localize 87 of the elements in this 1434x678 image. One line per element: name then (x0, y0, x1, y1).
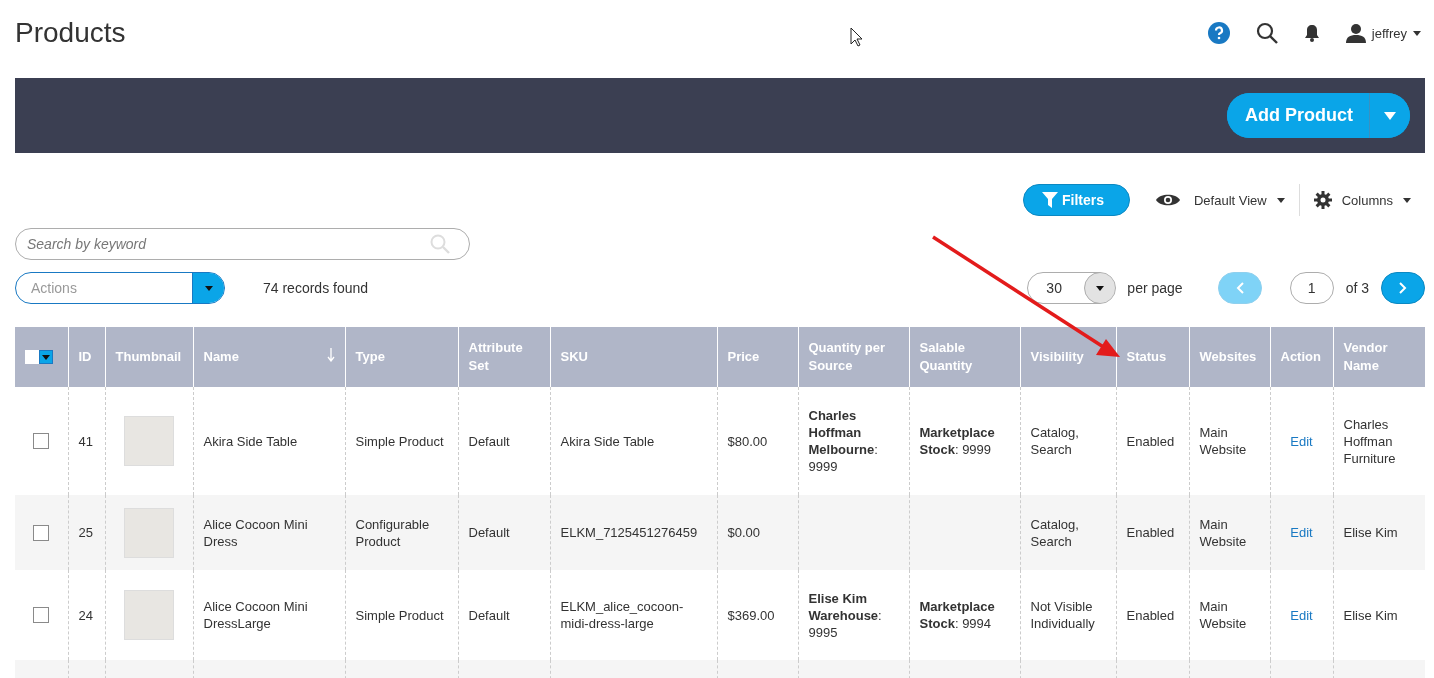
records-count: 74 records found (263, 280, 369, 296)
column-header[interactable]: Status (1116, 327, 1189, 387)
search-field[interactable]: Search by keyword (15, 228, 470, 260)
table-cell: 25 (78, 525, 93, 540)
photo-placeholder (124, 590, 174, 640)
column-header[interactable]: Thumbnail (105, 327, 193, 387)
table-cell: Default (468, 525, 510, 540)
edit-link[interactable]: Edit (1280, 432, 1323, 450)
table-cell: 41 (78, 433, 93, 449)
user-menu[interactable]: jeffrey (1345, 23, 1421, 43)
table-cell: $80.00 (727, 433, 768, 449)
column-header[interactable]: ID (68, 327, 105, 387)
table-cell: Charles Hoffman Melbourne: 9999 (808, 408, 878, 474)
table-cell: Akira Side Table (560, 433, 655, 449)
table-cell: Enabled (1126, 433, 1175, 449)
table-cell: Not Visible Individually (1030, 599, 1095, 631)
photo-placeholder (124, 507, 174, 558)
column-header[interactable]: Vendor Name (1333, 327, 1425, 387)
next-page-button[interactable] (1381, 272, 1425, 304)
column-header[interactable]: Action (1270, 327, 1333, 387)
column-header[interactable]: Salable Quantity (909, 327, 1020, 387)
caret-icon (42, 354, 50, 360)
per-page-label: per page (1127, 280, 1183, 296)
chevron-left-icon (1235, 282, 1244, 294)
table-cell: Default (468, 607, 510, 623)
table-cell: Main Website (1199, 599, 1247, 631)
view-dropdown[interactable]: Default View (1155, 184, 1299, 216)
caret-icon (1096, 285, 1105, 291)
table-cell: Default (468, 433, 510, 449)
table-cell: 24 (78, 607, 93, 623)
table-cell: Enabled (1126, 607, 1175, 623)
table-cell: Elise Kim (1343, 525, 1398, 540)
table-cell: Elise Kim Warehouse: 9995 (808, 590, 882, 640)
column-header[interactable]: Price (717, 327, 798, 387)
user-icon (1345, 23, 1366, 43)
search-icon (430, 234, 450, 254)
caret-icon (1276, 197, 1285, 203)
page-total: of 3 (1345, 280, 1369, 296)
row-checkbox[interactable] (33, 524, 50, 541)
table-cell: Catalog, Search (1030, 425, 1079, 457)
table-cell: Catalog, Search (1030, 516, 1079, 549)
table-cell: Marketplace Stock: 9999 (919, 425, 995, 457)
filters-button[interactable]: Filters (1022, 184, 1130, 216)
column-header[interactable]: Attribute Set (458, 327, 550, 387)
column-header[interactable]: Visibility (1020, 327, 1116, 387)
page-title: Products (15, 17, 126, 49)
table-cell: ELKM_alice_cocoon-midi-dress-large (560, 599, 684, 631)
table-cell: Akira Side Table (203, 433, 298, 449)
table-cell: Alice Cocoon Mini Dress (203, 516, 308, 549)
table-cell: Configurable Product (355, 516, 430, 549)
table-cell: Simple Product (355, 433, 444, 449)
gear-icon (1313, 191, 1332, 209)
eye-icon (1155, 193, 1180, 207)
table-cell: Main Website (1199, 516, 1247, 549)
edit-link[interactable]: Edit (1280, 606, 1323, 624)
help-icon[interactable] (1207, 22, 1230, 44)
search-icon[interactable] (1255, 22, 1278, 44)
photo-placeholder (124, 416, 174, 466)
table-cell: $369.00 (727, 607, 775, 623)
caret-icon (204, 285, 213, 291)
sort-arrow-icon (326, 348, 335, 362)
table-cell: ELKM_7125451276459 (560, 525, 698, 540)
cursor-icon (850, 27, 863, 47)
add-product-button[interactable]: Add Product (1227, 93, 1370, 138)
table-cell: Simple Product (355, 607, 444, 623)
bell-icon[interactable] (1303, 24, 1320, 42)
table-cell: Alice Cocoon Mini DressLarge (203, 599, 308, 631)
caret-icon (1384, 111, 1396, 120)
row-checkbox[interactable] (33, 433, 50, 449)
column-header[interactable]: Quantity per Source (798, 327, 909, 387)
table-cell: Marketplace Stock: 9994 (919, 599, 995, 631)
row-checkbox[interactable] (33, 607, 50, 623)
table-cell: Charles Hoffman Furniture (1343, 416, 1396, 466)
table-cell: Elise Kim (1343, 607, 1398, 623)
table-cell: Enabled (1126, 525, 1175, 540)
table-cell: $0.00 (727, 525, 761, 540)
column-header[interactable]: Name (193, 327, 345, 387)
column-header[interactable]: Type (345, 327, 458, 387)
filter-icon (1041, 192, 1058, 208)
edit-link[interactable]: Edit (1280, 524, 1323, 541)
chevron-right-icon (1399, 282, 1407, 294)
column-header[interactable]: Websites (1189, 327, 1270, 387)
table-cell: Main Website (1199, 425, 1247, 457)
caret-icon (1403, 197, 1411, 203)
caret-icon (1413, 30, 1421, 36)
column-header[interactable]: SKU (550, 327, 717, 387)
columns-dropdown[interactable]: Columns (1298, 184, 1425, 216)
